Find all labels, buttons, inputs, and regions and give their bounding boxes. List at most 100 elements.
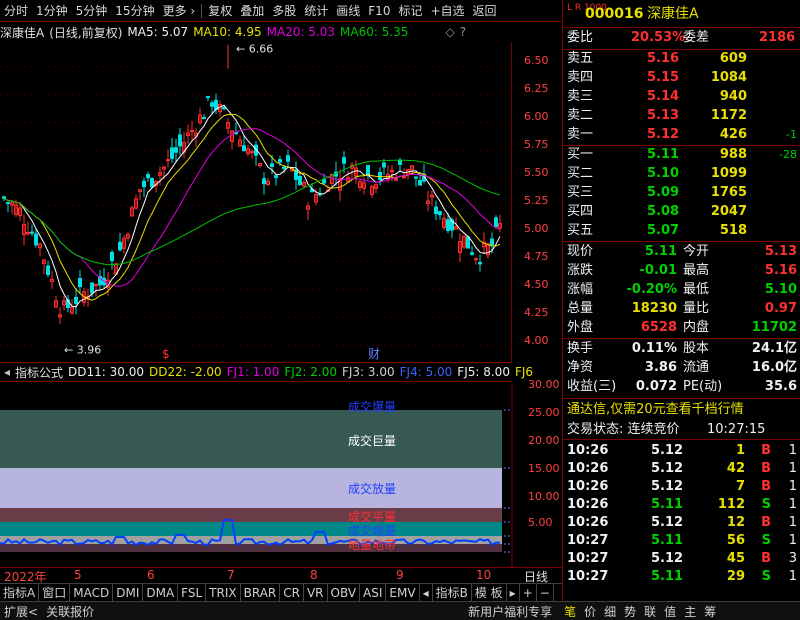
tab-dma[interactable]: DMA <box>143 583 179 602</box>
info-icon[interactable]: ? <box>460 25 466 39</box>
expand-button[interactable]: 扩展< <box>0 603 42 620</box>
tab-indicator-b[interactable]: 指标B <box>433 583 472 602</box>
tab-window[interactable]: 窗口 <box>39 583 71 602</box>
toolbar-1min[interactable]: 1分钟 <box>32 0 72 22</box>
tab-fsl[interactable]: FSL <box>178 583 207 602</box>
tick-side: S <box>761 497 771 512</box>
order-level-3[interactable]: 卖二 5.13 1172 <box>563 107 800 125</box>
date-axis: 2022年 5 6 7 8 9 10 日线 <box>0 567 562 584</box>
tab-template[interactable]: 模 板 <box>472 583 507 602</box>
toolbar-multi[interactable]: 多股 <box>268 0 300 22</box>
toolbar-stats[interactable]: 统计 <box>300 0 332 22</box>
toolbar-draw[interactable]: 画线 <box>332 0 364 22</box>
settings-icon[interactable]: ◇ <box>445 25 454 39</box>
indicator-bands <box>0 382 513 567</box>
tab-cr[interactable]: CR <box>280 583 304 602</box>
tab-chips[interactable]: 筹 <box>700 603 720 620</box>
stat-label: 收益(三) <box>567 379 617 394</box>
candle-body <box>342 157 346 164</box>
tab-trix[interactable]: TRIX <box>206 583 241 602</box>
candle-body <box>278 159 282 163</box>
candle-body <box>34 233 38 246</box>
tab-value[interactable]: 值 <box>660 603 680 620</box>
order-volume: 609 <box>719 51 747 66</box>
tab-main[interactable]: 主 <box>680 603 700 620</box>
toolbar-overlay[interactable]: 叠加 <box>236 0 268 22</box>
price-tick: 6.25 <box>524 82 549 95</box>
promo-link[interactable]: 新用户福利专享 <box>464 603 556 620</box>
ma20-value: MA20: 5.03 <box>266 25 336 39</box>
tab-remove-icon[interactable]: − <box>537 583 554 602</box>
price-chart[interactable]: ← 6.66 ← 3.96 $ 财 <box>0 42 512 362</box>
tab-prev-icon[interactable]: ◂ <box>420 583 433 602</box>
candle-body <box>74 296 78 304</box>
order-volume: 940 <box>719 89 747 104</box>
promo-banner[interactable]: 通达信,仅需20元查看千档行情 <box>563 401 800 419</box>
related-quote-button[interactable]: 关联报价 <box>42 603 98 620</box>
tab-tick[interactable]: 笔 <box>560 603 580 620</box>
tab-price[interactable]: 价 <box>580 603 600 620</box>
tab-add-icon[interactable]: + <box>520 583 537 602</box>
stat-value: 18230 <box>631 301 677 316</box>
weibi-label: 委比 <box>567 30 594 45</box>
promo-text[interactable]: 通达信,仅需20元查看千档行情 <box>567 401 744 419</box>
tick-price: 5.12 <box>651 443 684 458</box>
tab-macd[interactable]: MACD <box>70 583 114 602</box>
tick-volume: 1 <box>735 443 745 458</box>
price-tick: 5.00 <box>524 222 549 235</box>
tab-obv[interactable]: OBV <box>328 583 361 602</box>
toolbar-adjust[interactable]: 复权 <box>204 0 236 22</box>
toolbar-f10[interactable]: F10 <box>364 0 394 22</box>
quote-stock-name: 深康佳A <box>647 6 699 22</box>
stat-label: 净资 <box>567 360 594 375</box>
order-level-4[interactable]: 卖一 5.12 426 -1 <box>563 126 800 144</box>
tab-asi[interactable]: ASI <box>360 583 387 602</box>
toolbar-back[interactable]: 返回 <box>469 0 501 22</box>
toolbar-5min[interactable]: 5分钟 <box>72 0 112 22</box>
order-price: 5.14 <box>647 89 680 104</box>
stat-label: 内盘 <box>683 320 710 335</box>
candle-body <box>418 180 422 186</box>
tab-next-icon[interactable]: ▸ <box>507 583 520 602</box>
candle-body <box>178 134 182 147</box>
order-level-1[interactable]: 买二 5.10 1099 <box>563 165 800 183</box>
order-level-0[interactable]: 卖五 5.16 609 <box>563 50 800 68</box>
order-level-3[interactable]: 买四 5.08 2047 <box>563 203 800 221</box>
indicator-title[interactable]: 指标公式 <box>15 364 63 381</box>
fj1-value: FJ1: 1.00 <box>226 365 280 379</box>
tick-count: 1 <box>788 515 797 530</box>
tick-row: 10:27 5.11 56 S 1 <box>563 532 800 550</box>
tick-time: 10:26 <box>567 461 609 476</box>
toolbar-divider <box>201 3 203 18</box>
tab-trend[interactable]: 势 <box>620 603 640 620</box>
indicator-chart[interactable]: 成交爆量 成交巨量 成交放量 成交平量 成交缩量 地量地带 30.00 25.0… <box>0 378 562 567</box>
candle-body <box>398 159 402 165</box>
order-level-0[interactable]: 买一 5.11 988 -28 <box>563 146 800 164</box>
stat-label: 换手 <box>567 341 594 356</box>
stat-value: 5.10 <box>764 282 797 297</box>
order-level-1[interactable]: 卖四 5.15 1084 <box>563 69 800 87</box>
order-label: 买三 <box>567 185 594 200</box>
tab-dmi[interactable]: DMI <box>113 583 144 602</box>
candle-body <box>322 178 326 184</box>
tab-brar[interactable]: BRAR <box>241 583 281 602</box>
tab-vr[interactable]: VR <box>304 583 328 602</box>
toolbar-add-watch[interactable]: +自选 <box>426 0 468 22</box>
candle-body <box>274 175 278 179</box>
weicha-value: 2186 <box>759 30 796 45</box>
order-level-4[interactable]: 买五 5.07 518 <box>563 222 800 240</box>
order-level-2[interactable]: 买三 5.09 1765 <box>563 184 800 202</box>
indicator-collapse-icon[interactable]: ◂ <box>4 365 10 379</box>
tab-detail[interactable]: 细 <box>600 603 620 620</box>
tab-emv[interactable]: EMV <box>386 583 420 602</box>
tab-indicator-a[interactable]: 指标A <box>0 583 40 602</box>
tab-link[interactable]: 联 <box>640 603 660 620</box>
stat-row: 现价 5.11 今开 5.13 <box>563 243 800 261</box>
toolbar-timeshare[interactable]: 分时 <box>0 0 32 22</box>
ma60-value: MA60: 5.35 <box>340 25 409 39</box>
toolbar-more[interactable]: 更多 › <box>159 0 200 22</box>
toolbar-15min[interactable]: 15分钟 <box>111 0 158 22</box>
stat-label: 现价 <box>567 244 594 259</box>
toolbar-mark[interactable]: 标记 <box>394 0 426 22</box>
order-level-2[interactable]: 卖三 5.14 940 <box>563 88 800 106</box>
